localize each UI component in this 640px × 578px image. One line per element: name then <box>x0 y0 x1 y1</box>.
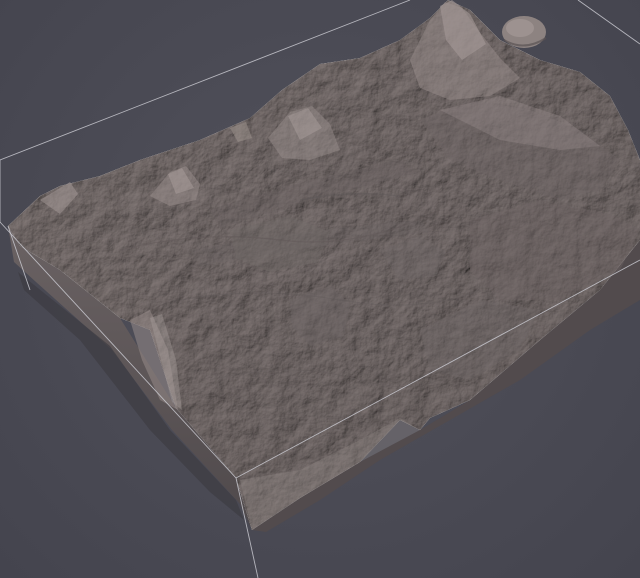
3d-viewport[interactable] <box>0 0 640 578</box>
terrain-scene[interactable] <box>0 0 640 578</box>
